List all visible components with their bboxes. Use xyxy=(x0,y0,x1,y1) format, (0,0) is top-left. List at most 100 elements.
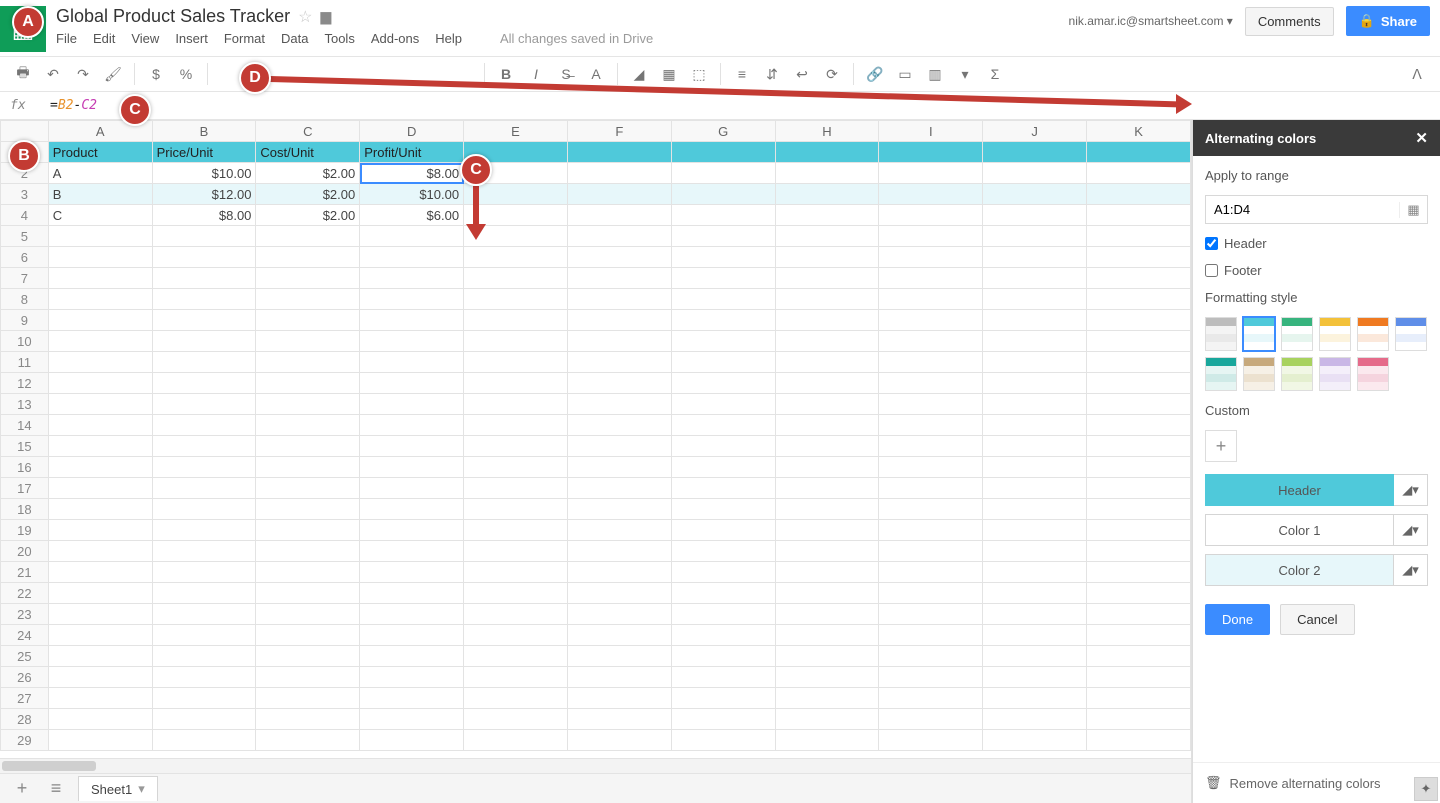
cell[interactable] xyxy=(983,394,1087,415)
cell[interactable] xyxy=(879,163,983,184)
cell[interactable] xyxy=(1087,583,1191,604)
cell[interactable] xyxy=(464,625,568,646)
filter-icon[interactable]: ▾ xyxy=(952,61,978,87)
cell[interactable] xyxy=(671,709,775,730)
cell[interactable] xyxy=(152,226,256,247)
percent-icon[interactable]: % xyxy=(173,61,199,87)
header-color-chip[interactable]: Header xyxy=(1205,474,1394,506)
cell[interactable] xyxy=(256,226,360,247)
style-swatch[interactable] xyxy=(1243,317,1275,351)
cell[interactable] xyxy=(1087,163,1191,184)
chart-icon[interactable]: ▥ xyxy=(922,61,948,87)
color2-picker[interactable]: ◢▾ xyxy=(1394,554,1428,586)
cell[interactable] xyxy=(48,457,152,478)
cell[interactable] xyxy=(879,142,983,163)
cell[interactable] xyxy=(464,583,568,604)
doc-title[interactable]: Global Product Sales Tracker xyxy=(56,6,290,27)
cell[interactable] xyxy=(671,667,775,688)
cell[interactable] xyxy=(48,562,152,583)
row-header[interactable]: 26 xyxy=(1,667,49,688)
cell[interactable] xyxy=(879,268,983,289)
cell[interactable] xyxy=(671,415,775,436)
cell[interactable] xyxy=(671,226,775,247)
cell[interactable]: Price/Unit xyxy=(152,142,256,163)
folder-icon[interactable]: ▆ xyxy=(320,8,331,25)
cell[interactable]: $2.00 xyxy=(256,163,360,184)
cell[interactable] xyxy=(671,184,775,205)
row-header[interactable]: 27 xyxy=(1,688,49,709)
cell[interactable] xyxy=(464,289,568,310)
cell[interactable] xyxy=(1087,415,1191,436)
cell[interactable] xyxy=(983,730,1087,751)
share-button[interactable]: 🔒 Share xyxy=(1346,6,1430,36)
cell[interactable] xyxy=(464,730,568,751)
cell[interactable] xyxy=(48,415,152,436)
cell[interactable] xyxy=(983,604,1087,625)
cell[interactable] xyxy=(775,457,879,478)
cell[interactable] xyxy=(464,268,568,289)
cell[interactable] xyxy=(360,373,464,394)
cell[interactable] xyxy=(879,520,983,541)
cell[interactable] xyxy=(671,541,775,562)
cell[interactable] xyxy=(1087,688,1191,709)
cell[interactable] xyxy=(1087,352,1191,373)
cell[interactable] xyxy=(152,289,256,310)
row-header[interactable]: 24 xyxy=(1,625,49,646)
cell[interactable] xyxy=(1087,562,1191,583)
cell[interactable] xyxy=(256,646,360,667)
color2-chip[interactable]: Color 2 xyxy=(1205,554,1394,586)
cell[interactable] xyxy=(671,499,775,520)
cell[interactable] xyxy=(152,268,256,289)
cell[interactable] xyxy=(879,226,983,247)
cell[interactable] xyxy=(567,331,671,352)
row-header[interactable]: 16 xyxy=(1,457,49,478)
style-swatch[interactable] xyxy=(1281,357,1313,391)
cell[interactable] xyxy=(464,709,568,730)
cell[interactable] xyxy=(775,730,879,751)
cell[interactable] xyxy=(464,436,568,457)
row-header[interactable]: 29 xyxy=(1,730,49,751)
cell[interactable] xyxy=(567,268,671,289)
star-icon[interactable]: ☆ xyxy=(298,7,312,27)
cell[interactable] xyxy=(775,583,879,604)
cell[interactable] xyxy=(48,436,152,457)
cell[interactable] xyxy=(360,352,464,373)
cell[interactable] xyxy=(983,541,1087,562)
menu-addons[interactable]: Add-ons xyxy=(371,31,419,46)
cell[interactable] xyxy=(360,331,464,352)
cell[interactable] xyxy=(1087,373,1191,394)
cell[interactable] xyxy=(775,646,879,667)
col-header[interactable]: D xyxy=(360,121,464,142)
cell[interactable] xyxy=(775,688,879,709)
cell[interactable] xyxy=(360,310,464,331)
cell[interactable] xyxy=(671,562,775,583)
cell[interactable] xyxy=(567,709,671,730)
cell[interactable] xyxy=(567,142,671,163)
paint-format-icon[interactable]: 🖌 xyxy=(100,61,126,87)
cell[interactable] xyxy=(152,415,256,436)
cell[interactable] xyxy=(48,520,152,541)
horizontal-scrollbar[interactable] xyxy=(0,758,1191,773)
rotate-icon[interactable]: ⟳ xyxy=(819,61,845,87)
cell[interactable] xyxy=(152,562,256,583)
cell[interactable] xyxy=(775,667,879,688)
cell[interactable] xyxy=(48,331,152,352)
cell[interactable] xyxy=(464,478,568,499)
spreadsheet-grid[interactable]: ABCDEFGHIJK1ProductPrice/UnitCost/UnitPr… xyxy=(0,120,1191,758)
cell[interactable] xyxy=(152,583,256,604)
cell[interactable] xyxy=(464,646,568,667)
cell[interactable] xyxy=(360,541,464,562)
cell[interactable] xyxy=(983,310,1087,331)
cell[interactable] xyxy=(775,142,879,163)
cell[interactable] xyxy=(567,478,671,499)
row-header[interactable]: 6 xyxy=(1,247,49,268)
cell[interactable] xyxy=(464,667,568,688)
row-header[interactable]: 17 xyxy=(1,478,49,499)
cell[interactable] xyxy=(1087,184,1191,205)
all-sheets-button[interactable]: ≡ xyxy=(44,777,68,801)
col-header[interactable]: K xyxy=(1087,121,1191,142)
cell[interactable] xyxy=(1087,310,1191,331)
cell[interactable] xyxy=(256,562,360,583)
cell[interactable] xyxy=(152,604,256,625)
cell[interactable] xyxy=(775,562,879,583)
